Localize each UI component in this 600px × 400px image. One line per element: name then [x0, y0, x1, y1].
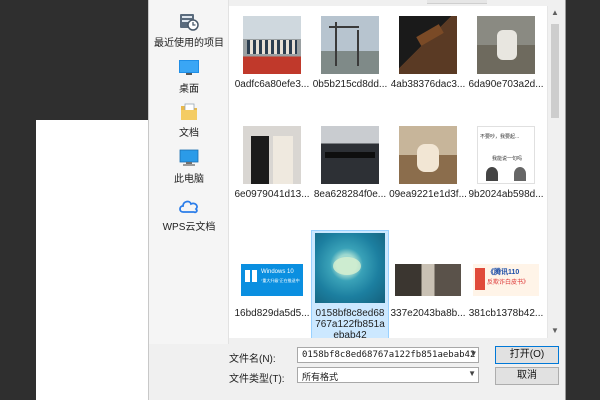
documents-icon	[181, 103, 197, 120]
file-item[interactable]: 《腾讯110 反欺诈白皮书》 381cb1378b42...	[467, 264, 545, 319]
file-thumbnail	[315, 233, 385, 303]
cancel-button[interactable]: 取消	[495, 367, 559, 385]
file-thumbnail: Windows 10 “重大升级”正在推送中	[241, 264, 303, 296]
open-button[interactable]: 打开(O)	[495, 346, 559, 364]
sidebar-item-this-pc[interactable]: 此电脑	[149, 148, 229, 185]
file-name: 9b2024ab598d...	[468, 189, 544, 200]
win10-text: Windows 10	[261, 269, 294, 275]
file-item[interactable]: Windows 10 “重大升级”正在推送中 16bd829da5d5...	[233, 264, 311, 319]
file-item[interactable]: 6da90e703a2d...	[467, 16, 545, 90]
file-thumbnail	[321, 16, 379, 74]
scroll-thumb[interactable]	[551, 24, 559, 118]
sidebar-item-recent[interactable]: 最近使用的项目	[149, 10, 229, 49]
file-item[interactable]: 6e0979041d13...	[233, 126, 311, 200]
toolbar-edge	[427, 0, 487, 4]
filename-value: 0158bf8c8ed68767a122fb851aebab42	[302, 350, 476, 360]
sidebar-item-documents[interactable]: 文档	[149, 102, 229, 139]
decoration	[475, 268, 485, 290]
file-item[interactable]: 不要吵，我要起... 我能说一句吗 9b2024ab598d...	[467, 126, 545, 200]
navigation-sidebar: 最近使用的项目 桌面 文档 此电脑 WPS云文档	[149, 0, 229, 344]
file-name: 8ea628284f0e...	[313, 189, 387, 200]
desktop-icon	[179, 60, 199, 75]
tencent-text: 《腾讯110	[487, 269, 520, 276]
chevron-down-icon[interactable]: ▼	[468, 369, 476, 378]
filename-input[interactable]: 0158bf8c8ed68767a122fb851aebab42 ▼	[297, 347, 479, 363]
file-thumbnail: 不要吵，我要起... 我能说一句吗	[477, 126, 535, 184]
file-name: 381cb1378b42...	[468, 308, 544, 319]
file-name: 337e2043ba8b...	[390, 308, 466, 319]
recent-items-icon	[180, 14, 199, 31]
file-thumbnail	[477, 16, 535, 74]
file-item[interactable]: 09ea9221e1d3f...	[389, 126, 467, 200]
vertical-scrollbar[interactable]: ▲ ▼	[547, 6, 561, 338]
file-name: 09ea9221e1d3f...	[389, 189, 467, 200]
sidebar-item-desktop[interactable]: 桌面	[149, 58, 229, 95]
file-item[interactable]: 337e2043ba8b...	[389, 264, 467, 319]
filetype-value: 所有格式	[302, 372, 339, 382]
file-thumbnail	[399, 16, 457, 74]
file-thumbnail: 《腾讯110 反欺诈白皮书》	[473, 264, 539, 296]
file-thumbnail-pane: 0adfc6a80efe3... 0b5b215cd8dd... 4ab3837…	[229, 6, 547, 338]
sidebar-item-label: 此电脑	[174, 174, 204, 185]
sidebar-item-wps-cloud[interactable]: WPS云文档	[149, 196, 229, 233]
file-name: 6da90e703a2d...	[468, 79, 544, 90]
file-name: 0adfc6a80efe3...	[234, 79, 310, 90]
file-item-selected[interactable]: 0158bf8c8ed68767a122fb851aebab42	[311, 230, 389, 338]
file-thumbnail	[243, 126, 301, 184]
windows-logo-icon	[245, 270, 257, 282]
file-thumbnail	[243, 16, 301, 74]
file-open-dialog: 最近使用的项目 桌面 文档 此电脑 WPS云文档 0adfc6a80efe3..…	[148, 0, 566, 400]
file-name: 4ab38376dac3...	[390, 79, 466, 90]
this-pc-icon	[179, 149, 199, 166]
file-name: 6e0979041d13...	[234, 189, 310, 200]
comic-text: 不要吵，我要起...	[480, 134, 520, 140]
win10-subtext: “重大升级”正在推送中	[261, 278, 300, 283]
chevron-down-icon[interactable]: ▼	[471, 349, 476, 358]
file-thumbnail	[399, 126, 457, 184]
file-thumbnail	[321, 126, 379, 184]
comic-text: 我能说一句吗	[492, 156, 523, 162]
tencent-subtext: 反欺诈白皮书》	[487, 280, 530, 286]
sidebar-item-label: 文档	[179, 128, 199, 139]
file-name: 16bd829da5d5...	[234, 308, 310, 319]
filetype-label: 文件类型(T):	[229, 374, 285, 385]
file-item[interactable]: 0adfc6a80efe3...	[233, 16, 311, 90]
sidebar-item-label: WPS云文档	[162, 222, 216, 233]
background-canvas	[36, 120, 148, 400]
file-item[interactable]: 4ab38376dac3...	[389, 16, 467, 90]
sidebar-item-label: 最近使用的项目	[154, 38, 224, 49]
file-item[interactable]: 8ea628284f0e...	[311, 126, 389, 200]
file-item[interactable]: 0b5b215cd8dd...	[311, 16, 389, 90]
scroll-down-icon[interactable]: ▼	[548, 324, 562, 338]
scroll-up-icon[interactable]: ▲	[548, 6, 562, 20]
file-name: 0b5b215cd8dd...	[312, 79, 388, 90]
filetype-select[interactable]: 所有格式 ▼	[297, 367, 479, 383]
file-name: 0158bf8c8ed68767a122fb851aebab42	[315, 308, 385, 338]
filename-label: 文件名(N):	[229, 354, 276, 365]
file-thumbnail	[395, 264, 461, 296]
cloud-icon	[179, 200, 198, 214]
sidebar-item-label: 桌面	[179, 84, 199, 95]
